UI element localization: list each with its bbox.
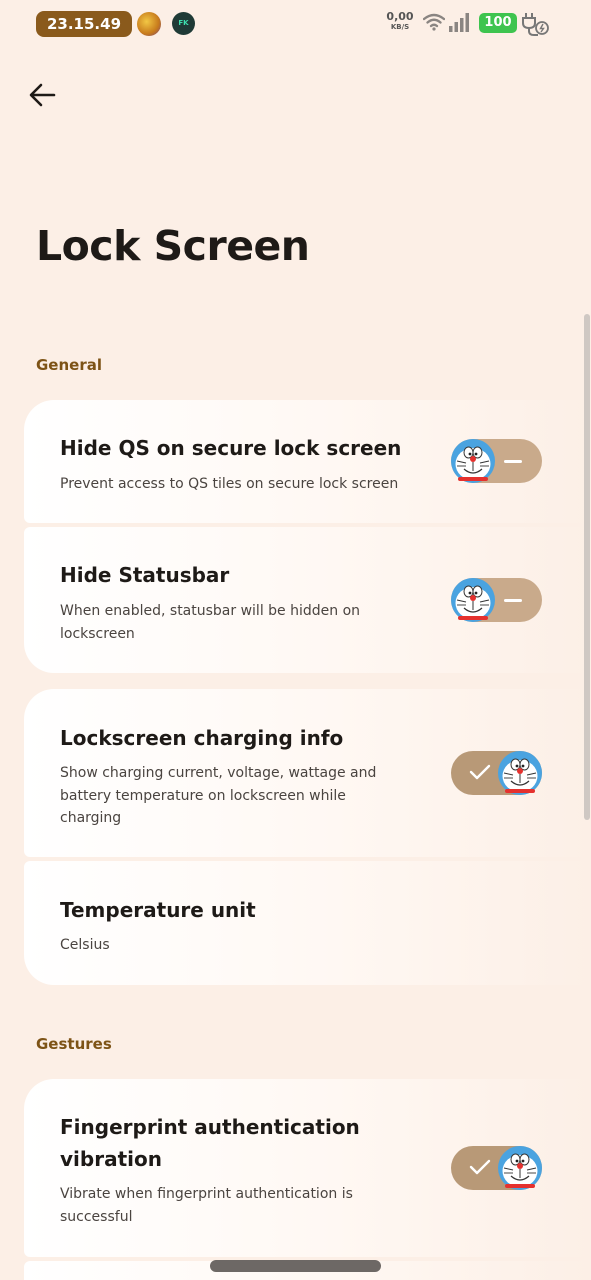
setting-subtitle: Show charging current, voltage, wattage … <box>60 762 376 830</box>
page-title: Lock Screen <box>36 222 310 270</box>
setting-hide-qs[interactable]: Hide QS on secure lock screen Prevent ac… <box>24 400 591 523</box>
doraemon-face-icon <box>497 750 543 796</box>
section-header-gestures: Gestures <box>36 1035 112 1053</box>
hide-qs-toggle[interactable] <box>451 439 542 483</box>
status-time: 23.15.49 <box>36 11 132 37</box>
home-indicator[interactable] <box>210 1260 381 1272</box>
charging-plug-icon <box>522 13 549 36</box>
hide-statusbar-toggle[interactable] <box>451 578 542 622</box>
setting-title: Lockscreen charging info <box>60 726 344 750</box>
network-speed-unit: KB/S <box>390 23 410 31</box>
wifi-icon <box>423 13 445 31</box>
check-icon <box>469 764 491 780</box>
setting-subtitle-line: When enabled, statusbar will be hidden o… <box>60 603 361 619</box>
network-speed-value: 0,00 <box>386 10 414 23</box>
status-bar: 23.15.49 FK 0,00 KB/S 100 <box>0 0 591 48</box>
setting-title: Temperature unit <box>60 898 256 922</box>
app-badge-icon: FK <box>172 12 195 35</box>
back-button[interactable] <box>22 75 62 115</box>
setting-subtitle-line: Show charging current, voltage, wattage … <box>60 765 377 781</box>
cell-signal-icon <box>449 13 469 32</box>
notification-avatar-icon <box>137 12 161 36</box>
arrow-left-icon <box>29 83 56 107</box>
doraemon-face-icon <box>450 577 496 623</box>
doraemon-face-icon <box>497 1145 543 1191</box>
setting-subtitle-line: lockscreen <box>60 625 135 642</box>
setting-title: Fingerprint authentication vibration <box>60 1111 360 1175</box>
section-header-general: General <box>36 356 102 374</box>
toggle-off-mark <box>504 599 522 602</box>
setting-title: Hide Statusbar <box>60 563 230 587</box>
battery-level: 100 <box>479 13 517 33</box>
setting-subtitle-line: successful <box>60 1208 133 1225</box>
setting-fingerprint-vibration[interactable]: Fingerprint authentication vibration Vib… <box>24 1079 591 1257</box>
charging-info-toggle[interactable] <box>451 751 542 795</box>
check-icon <box>469 1159 491 1175</box>
setting-title-line: vibration <box>60 1147 162 1171</box>
setting-hide-statusbar[interactable]: Hide Statusbar When enabled, statusbar w… <box>24 527 591 673</box>
setting-subtitle-line: Vibrate when fingerprint authentication … <box>60 1186 353 1202</box>
setting-subtitle-line: battery temperature on lockscreen while <box>60 787 346 804</box>
setting-subtitle: When enabled, statusbar will be hidden o… <box>60 600 360 645</box>
toggle-off-mark <box>504 460 522 463</box>
setting-title: Hide QS on secure lock screen <box>60 436 402 460</box>
setting-subtitle-line: charging <box>60 810 122 826</box>
setting-subtitle: Prevent access to QS tiles on secure loc… <box>60 476 399 492</box>
setting-value: Celsius <box>60 937 110 953</box>
scrollbar[interactable] <box>584 314 590 820</box>
setting-temperature-unit[interactable]: Temperature unit Celsius <box>24 861 591 985</box>
setting-title-line: Fingerprint authentication <box>60 1115 360 1139</box>
doraemon-face-icon <box>450 438 496 484</box>
network-speed: 0,00 KB/S <box>384 11 416 33</box>
setting-subtitle: Vibrate when fingerprint authentication … <box>60 1183 353 1228</box>
setting-charging-info[interactable]: Lockscreen charging info Show charging c… <box>24 689 591 857</box>
fingerprint-vibration-toggle[interactable] <box>451 1146 542 1190</box>
